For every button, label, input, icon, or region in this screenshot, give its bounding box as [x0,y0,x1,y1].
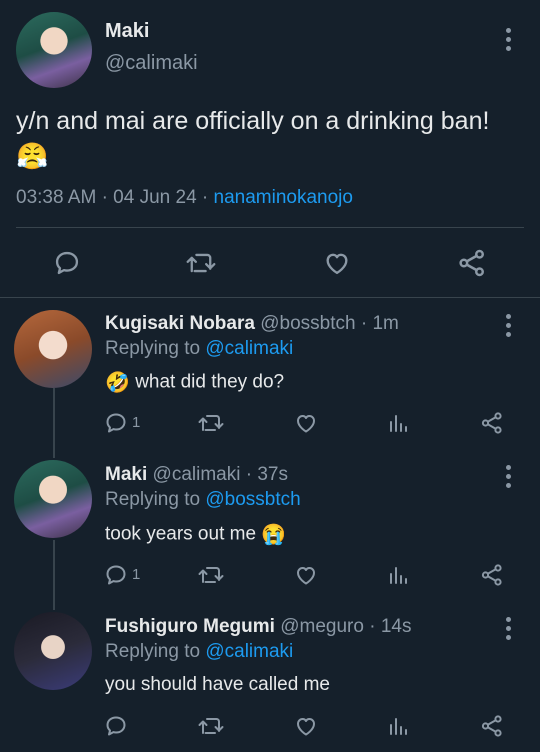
reply-header: Maki @calimaki · 37s [105,464,288,486]
retweet-icon[interactable] [198,411,224,435]
tweet-date: 04 Jun 24 [113,187,197,208]
replying-prefix: Replying to [105,641,201,662]
reply-icon[interactable] [53,249,81,277]
replying-handle[interactable]: @calimaki [205,338,293,359]
tweet-time: 03:38 AM [16,187,97,208]
retweet-icon[interactable] [198,714,224,738]
share-icon[interactable] [480,563,504,587]
divider [16,227,524,228]
reply-icon[interactable] [104,714,128,738]
thread-line [53,388,55,458]
reply-age: 14s [380,616,412,637]
more-icon[interactable] [505,314,511,337]
reply-count: 1 [132,566,141,583]
reply-body: took years out me [105,523,257,545]
reply-icon[interactable] [104,411,128,435]
avatar[interactable] [16,12,92,88]
author-name[interactable]: Maki [105,464,147,485]
huffing-face-emoji: 😤 [16,141,49,172]
share-icon[interactable] [457,248,487,278]
thread-line [53,540,55,610]
analytics-icon[interactable] [386,411,410,435]
analytics-icon[interactable] [386,714,410,738]
share-icon[interactable] [480,411,504,435]
meta-separator: · [101,187,108,208]
more-icon[interactable] [505,465,511,488]
meta-separator: · [369,616,376,637]
avatar[interactable] [14,460,92,538]
meta-separator: · [360,313,368,334]
rofl-emoji: 🤣 [105,372,130,394]
reply-header: Kugisaki Nobara @bossbtch · 1m [105,313,399,335]
reply-text: you should have called me [105,674,330,696]
author-handle[interactable]: @bossbtch [260,313,355,334]
retweet-icon[interactable] [186,249,216,277]
replying-prefix: Replying to [105,338,201,359]
like-icon[interactable] [322,249,352,277]
more-icon[interactable] [505,28,511,51]
replying-to: Replying to @bossbtch [105,489,301,511]
avatar[interactable] [14,612,92,690]
author-name[interactable]: Fushiguro Megumi [105,616,275,637]
replying-handle[interactable]: @bossbtch [205,489,300,510]
reply-age: 37s [257,464,288,485]
author-name[interactable]: Kugisaki Nobara [105,313,255,334]
replying-prefix: Replying to [105,489,201,510]
author-handle[interactable]: @meguro [280,616,364,637]
meta-separator: · [201,187,209,208]
tweet-body: y/n and mai are officially on a drinking… [16,107,490,135]
reply-age: 1m [372,313,399,334]
reply-text: 🤣 what did they do? [105,370,284,395]
avatar[interactable] [14,310,92,388]
tweet-meta: 03:38 AM · 04 Jun 24 · nanaminokanojo [16,187,353,209]
reply-text: took years out me 😭 [105,522,286,547]
analytics-icon[interactable] [386,563,410,587]
tweet-source[interactable]: nanaminokanojo [214,187,353,208]
meta-separator: · [245,464,253,485]
replying-to: Replying to @calimaki [105,641,293,663]
reply-body: you should have called me [105,674,330,695]
reply-header: Fushiguro Megumi @meguro · 14s [105,616,411,638]
author-name[interactable]: Maki [105,20,149,43]
share-icon[interactable] [480,714,504,738]
reply-body: what did they do? [135,371,285,393]
divider [0,297,540,298]
replying-to: Replying to @calimaki [105,338,293,360]
reply-count: 1 [132,414,141,431]
replying-handle[interactable]: @calimaki [205,641,293,662]
crying-face-emoji: 😭 [261,524,287,546]
author-handle[interactable]: @calimaki [105,52,198,75]
like-icon[interactable] [293,714,319,738]
more-icon[interactable] [505,617,511,640]
reply-icon[interactable] [104,563,128,587]
like-icon[interactable] [293,563,319,587]
author-handle[interactable]: @calimaki [153,464,241,485]
retweet-icon[interactable] [198,563,224,587]
like-icon[interactable] [293,411,319,435]
tweet-text: y/n and mai are officially on a drinking… [16,104,531,173]
